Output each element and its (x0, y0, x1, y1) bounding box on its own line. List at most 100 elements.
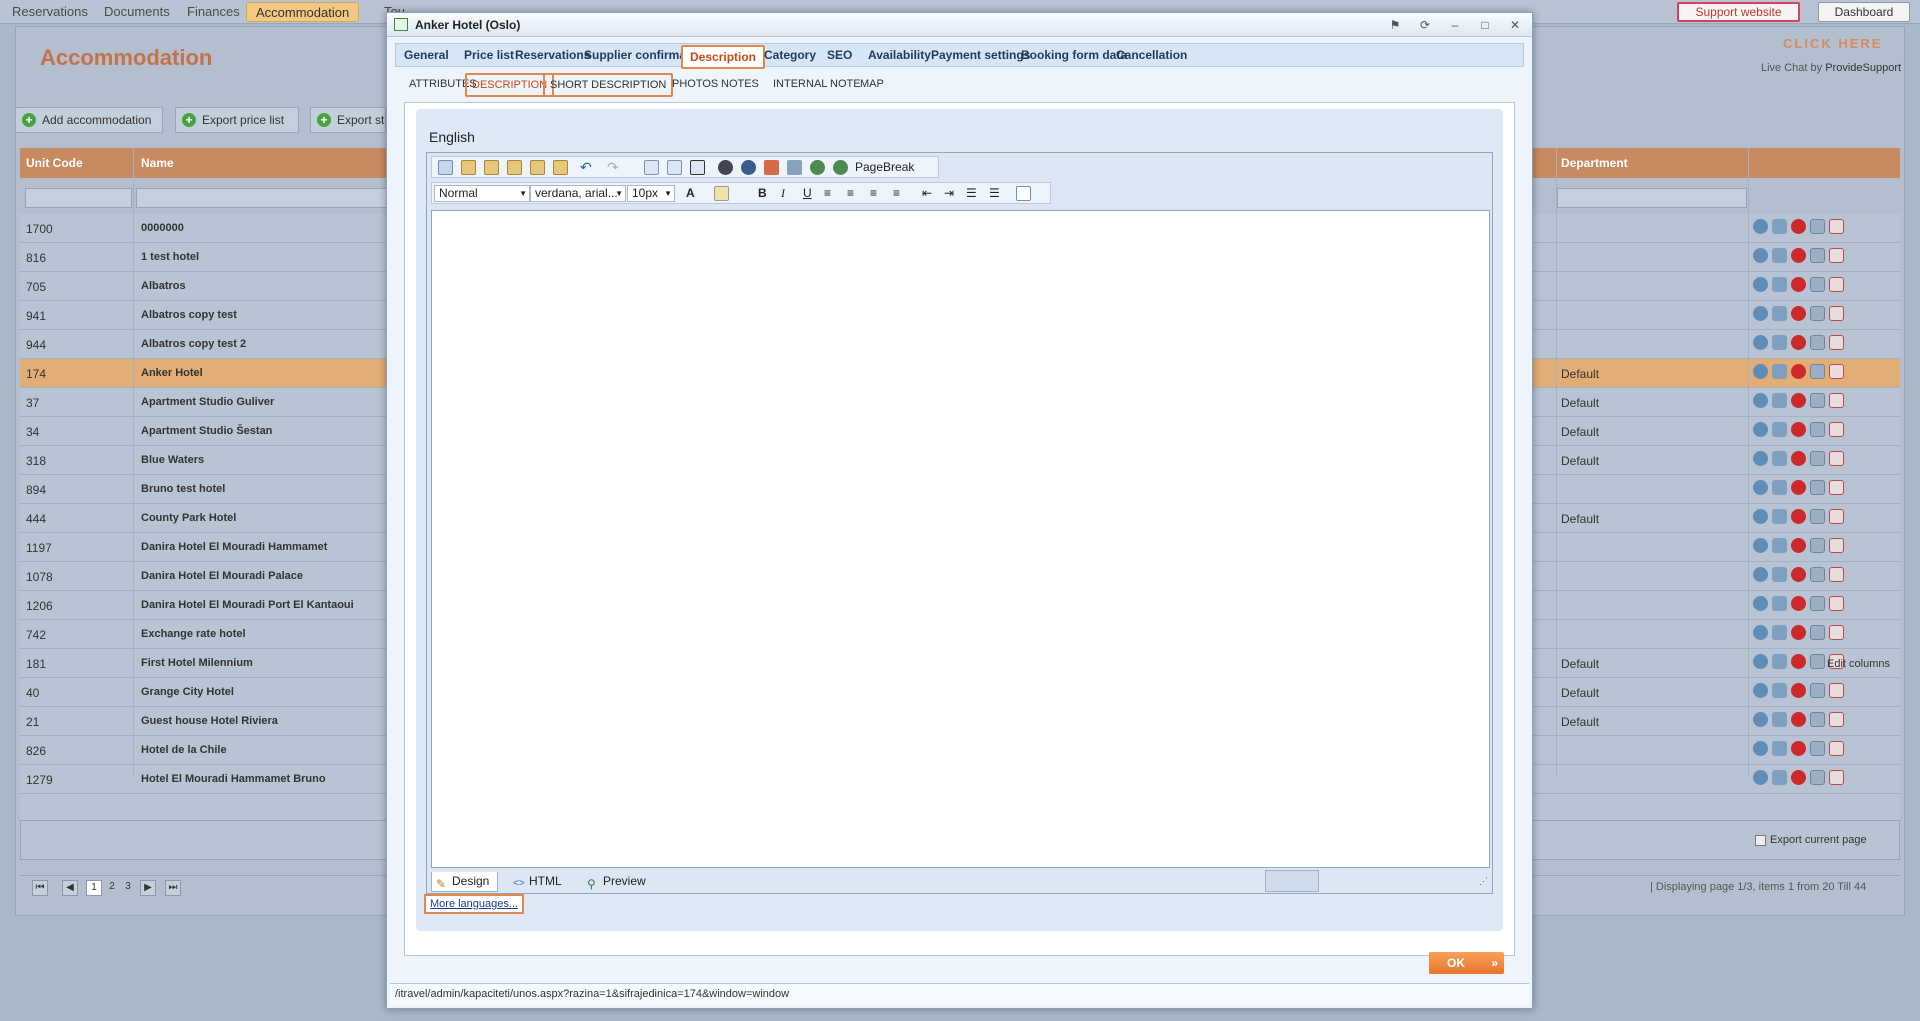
paste-word-icon[interactable] (507, 160, 522, 175)
settings-icon[interactable] (1753, 248, 1768, 263)
paste-html-icon[interactable] (530, 160, 545, 175)
editor-content-area[interactable] (431, 210, 1490, 868)
design-mode-tab[interactable]: ✎ Design (431, 872, 499, 892)
first-page-button[interactable]: ⏮ (32, 880, 48, 896)
edit-icon[interactable] (1772, 567, 1787, 582)
copy-icon[interactable] (1810, 596, 1825, 611)
copy-icon[interactable] (1810, 335, 1825, 350)
size-select[interactable]: 10px ▼ (627, 185, 675, 202)
resize-handle-icon[interactable]: ⋰ (1479, 876, 1488, 887)
copy-icon[interactable] (1810, 770, 1825, 785)
nav-finances[interactable]: Finances (178, 2, 249, 22)
pdf-icon[interactable] (1829, 480, 1844, 495)
edit-icon[interactable] (1772, 741, 1787, 756)
tab-availability[interactable]: Availability (868, 48, 931, 62)
edit-icon[interactable] (1772, 451, 1787, 466)
edit-columns-link[interactable]: Edit columns (1827, 658, 1890, 670)
column-unit-code[interactable]: Unit Code (26, 156, 83, 170)
document-icon[interactable] (764, 160, 779, 175)
nav-documents[interactable]: Documents (95, 2, 179, 22)
edit-icon[interactable] (1772, 219, 1787, 234)
copy-icon[interactable] (1810, 364, 1825, 379)
unlink-icon[interactable] (833, 160, 848, 175)
settings-icon[interactable] (1753, 625, 1768, 640)
subtab-photos[interactable]: PHOTOS (672, 78, 718, 90)
flash-icon[interactable] (718, 160, 733, 175)
delete-icon[interactable] (1791, 364, 1806, 379)
edit-icon[interactable] (1772, 277, 1787, 292)
pdf-icon[interactable] (1829, 422, 1844, 437)
delete-icon[interactable] (1791, 770, 1806, 785)
align-left-icon[interactable]: ≡ (824, 186, 831, 200)
tab-description[interactable]: Description (681, 45, 766, 69)
settings-icon[interactable] (1753, 596, 1768, 611)
pdf-icon[interactable] (1829, 770, 1844, 785)
add-accommodation-button[interactable]: + Add accommodation (15, 107, 163, 133)
pdf-icon[interactable] (1829, 335, 1844, 350)
delete-icon[interactable] (1791, 538, 1806, 553)
copy-icon[interactable] (1810, 277, 1825, 292)
paste-icon[interactable] (461, 160, 476, 175)
copy-icon[interactable] (1810, 248, 1825, 263)
settings-icon[interactable] (1753, 335, 1768, 350)
column-name[interactable]: Name (141, 156, 174, 170)
delete-icon[interactable] (1791, 422, 1806, 437)
pdf-icon[interactable] (1829, 306, 1844, 321)
bold-icon[interactable]: B (758, 186, 767, 200)
settings-icon[interactable] (1753, 654, 1768, 669)
tab-reservations[interactable]: Reservations (515, 48, 590, 62)
name-filter[interactable] (136, 188, 396, 208)
pdf-icon[interactable] (1829, 567, 1844, 582)
align-center-icon[interactable]: ≡ (847, 186, 854, 200)
link-icon[interactable] (810, 160, 825, 175)
format-select[interactable]: Normal ▼ (434, 185, 530, 202)
settings-icon[interactable] (1753, 480, 1768, 495)
copy-icon[interactable] (1810, 219, 1825, 234)
copy-icon[interactable] (1810, 509, 1825, 524)
indent-icon[interactable]: ⇥ (944, 186, 954, 200)
ok-button[interactable]: OK » (1429, 952, 1504, 974)
align-right-icon[interactable]: ≡ (870, 186, 877, 200)
edit-icon[interactable] (1772, 422, 1787, 437)
settings-icon[interactable] (1753, 219, 1768, 234)
tab-general[interactable]: General (404, 48, 449, 62)
tab-seo[interactable]: SEO (827, 48, 852, 62)
support-website-button[interactable]: Support website (1677, 2, 1800, 22)
redo-icon[interactable]: ↷ (607, 160, 622, 175)
export-checkbox[interactable] (1755, 834, 1766, 846)
font-select[interactable]: verdana, arial... ▼ (530, 185, 626, 202)
edit-icon[interactable] (1772, 654, 1787, 669)
undo-icon[interactable]: ↶ (580, 160, 595, 175)
department-filter[interactable] (1557, 188, 1747, 208)
minimize-icon[interactable]: – (1447, 17, 1463, 33)
subtab-internal-note[interactable]: INTERNAL NOTE (773, 78, 861, 90)
delete-icon[interactable] (1791, 335, 1806, 350)
edit-icon[interactable] (1772, 248, 1787, 263)
nav-accommodation[interactable]: Accommodation (246, 2, 360, 22)
copy-icon[interactable] (1810, 393, 1825, 408)
copy-icon[interactable] (1810, 538, 1825, 553)
image-manager-icon[interactable] (644, 160, 659, 175)
delete-icon[interactable] (1791, 248, 1806, 263)
more-languages-link[interactable]: More languages... (424, 894, 525, 914)
underline-icon[interactable]: U (803, 186, 812, 200)
subtab-notes[interactable]: NOTES (721, 78, 759, 90)
page-1-button[interactable]: 1 (86, 880, 102, 896)
pagebreak-button[interactable]: PageBreak (855, 160, 914, 174)
prev-page-button[interactable]: ◀ (62, 880, 78, 896)
pdf-icon[interactable] (1829, 277, 1844, 292)
copy-icon[interactable] (1810, 422, 1825, 437)
pdf-icon[interactable] (1829, 625, 1844, 640)
copy-icon[interactable] (1810, 741, 1825, 756)
copy-icon[interactable] (1810, 451, 1825, 466)
edit-icon[interactable] (1772, 364, 1787, 379)
edit-icon[interactable] (1772, 770, 1787, 785)
delete-icon[interactable] (1791, 683, 1806, 698)
edit-icon[interactable] (1772, 625, 1787, 640)
copy-icon[interactable] (1810, 306, 1825, 321)
delete-icon[interactable] (1791, 567, 1806, 582)
subtab-short-description[interactable]: SHORT DESCRIPTION (543, 73, 674, 97)
next-page-button[interactable]: ▶ (140, 880, 156, 896)
pdf-icon[interactable] (1829, 741, 1844, 756)
edit-icon[interactable] (1772, 596, 1787, 611)
